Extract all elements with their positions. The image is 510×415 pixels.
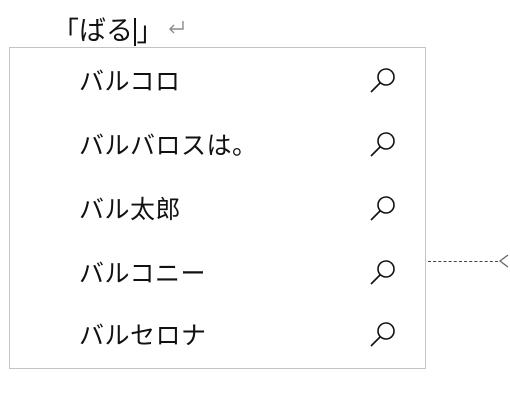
- return-mark-icon: [169, 21, 184, 34]
- candidate-item[interactable]: バルセロナ: [10, 305, 425, 365]
- composition-line[interactable]: 「 ばる 」: [52, 8, 164, 48]
- search-icon[interactable]: [367, 129, 399, 161]
- search-icon[interactable]: [367, 193, 399, 225]
- leader-line: [428, 261, 498, 263]
- candidate-label: バルセロナ: [79, 320, 207, 350]
- ime-page: 「 ばる 」 バルコロ バルバロスは。 バル太郎 バルコニー バルセロナ: [0, 0, 510, 415]
- candidate-label: バルコニー: [79, 258, 207, 288]
- candidate-item[interactable]: バル太郎: [10, 179, 425, 239]
- candidate-label: バルバロスは。: [79, 130, 258, 160]
- search-icon[interactable]: [367, 65, 399, 97]
- composing-text: ばる: [79, 16, 133, 48]
- candidate-item[interactable]: バルバロスは。: [10, 115, 425, 175]
- arrow-left-icon: [498, 254, 509, 268]
- candidate-item[interactable]: バルコロ: [10, 51, 425, 111]
- candidate-window: バルコロ バルバロスは。 バル太郎 バルコニー バルセロナ: [9, 47, 426, 369]
- close-bracket: 」: [136, 17, 164, 48]
- open-bracket: 「: [52, 17, 79, 48]
- candidate-label: バルコロ: [79, 66, 181, 96]
- candidate-label: バル太郎: [79, 194, 182, 224]
- search-icon[interactable]: [367, 257, 399, 289]
- search-icon[interactable]: [367, 319, 399, 351]
- candidate-item[interactable]: バルコニー: [10, 243, 425, 303]
- text-caret: [134, 18, 136, 46]
